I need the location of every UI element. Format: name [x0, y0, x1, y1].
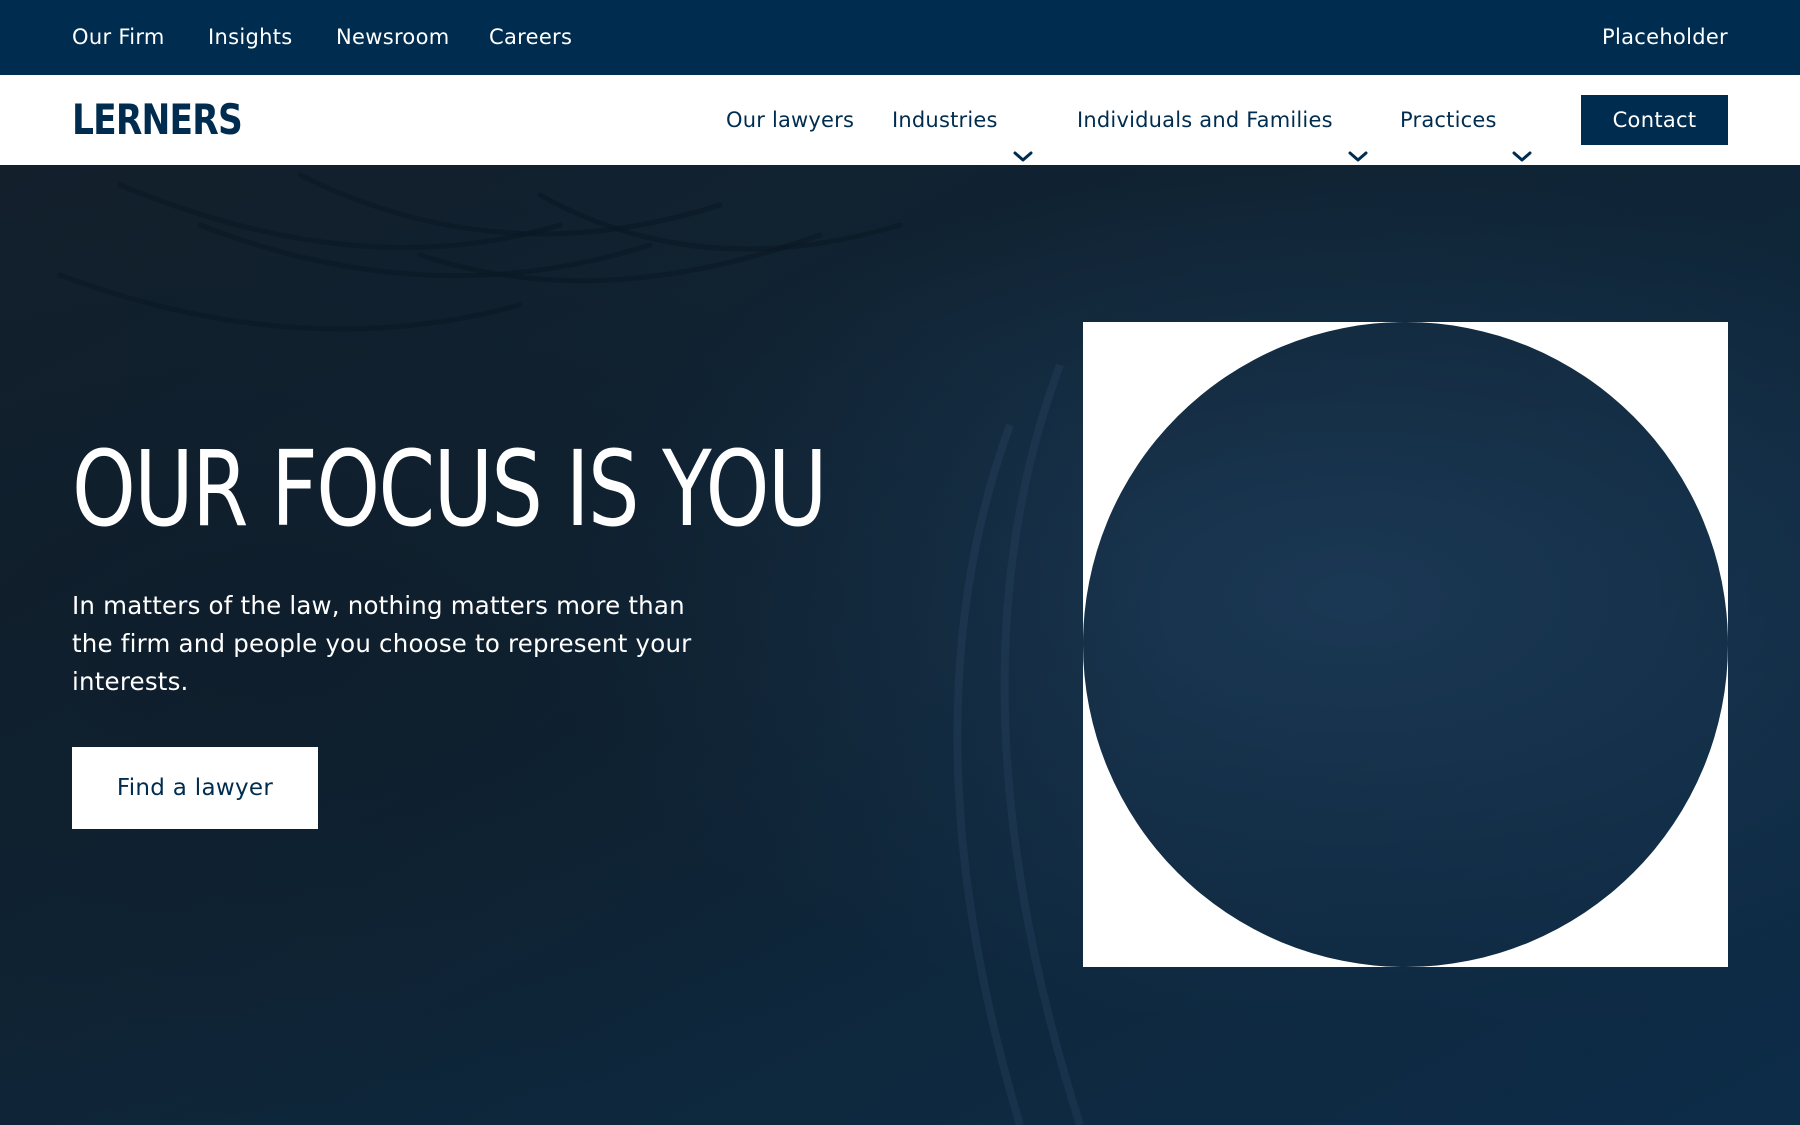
- find-a-lawyer-button[interactable]: Find a lawyer: [72, 747, 318, 829]
- nav-item-practices[interactable]: Practices: [1400, 75, 1533, 165]
- nav-item-industries[interactable]: Industries: [892, 75, 1034, 165]
- logo[interactable]: LERNERS: [72, 91, 243, 149]
- nav-item-label: Our lawyers: [726, 108, 855, 132]
- nav-item-our-lawyers[interactable]: Our lawyers: [726, 75, 854, 165]
- focus-graphic: [1083, 322, 1728, 967]
- utility-link-insights[interactable]: Insights: [208, 0, 293, 75]
- utility-bar: Our Firm Insights Newsroom Careers Place…: [0, 0, 1800, 75]
- hero-section: OUR FOCUS IS YOU In matters of the law, …: [0, 165, 1800, 1125]
- page: Our Firm Insights Newsroom Careers Place…: [0, 0, 1800, 1125]
- utility-link-newsroom[interactable]: Newsroom: [336, 0, 449, 75]
- nav-item-label: Practices: [1400, 108, 1497, 132]
- chevron-down-icon: [1012, 112, 1034, 162]
- chevron-down-icon: [1511, 112, 1533, 162]
- contact-button[interactable]: Contact: [1581, 95, 1728, 145]
- nav-item-label: Industries: [892, 108, 998, 132]
- chevron-down-icon: [1347, 112, 1369, 162]
- nav-item-individuals-and-families[interactable]: Individuals and Families: [1077, 75, 1369, 165]
- main-header: LERNERS Our lawyers Industries Individua…: [0, 75, 1800, 165]
- nav-item-label: Individuals and Families: [1077, 108, 1333, 132]
- hero-title: OUR FOCUS IS YOU: [72, 428, 827, 550]
- utility-link-our-firm[interactable]: Our Firm: [72, 0, 165, 75]
- hero-subtitle: In matters of the law, nothing matters m…: [72, 591, 692, 696]
- utility-link-placeholder[interactable]: Placeholder: [1602, 0, 1728, 75]
- utility-link-careers[interactable]: Careers: [489, 0, 572, 75]
